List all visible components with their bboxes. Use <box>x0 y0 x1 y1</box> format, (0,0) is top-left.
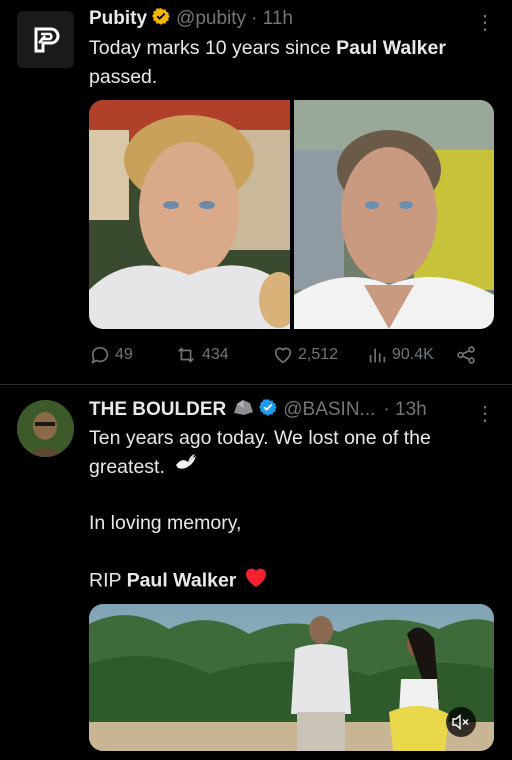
author-name[interactable]: Pubity <box>89 8 147 30</box>
share-icon <box>457 346 475 364</box>
tweet-time[interactable]: · 13h <box>383 399 426 421</box>
tweet-text-bold: Paul Walker <box>336 37 446 59</box>
tweet-actions: 49 434 2,512 90.4K <box>89 344 489 370</box>
repost-icon <box>178 347 194 363</box>
media-grid <box>89 100 494 329</box>
pubity-avatar[interactable] <box>17 11 74 68</box>
author-handle[interactable]: @BASIN... <box>283 399 375 421</box>
red-heart-icon <box>244 566 268 597</box>
like-button[interactable]: 2,512 <box>272 344 338 366</box>
heart-icon <box>274 347 292 364</box>
views-button[interactable]: 90.4K <box>366 344 434 366</box>
tweet-text: Today marks 10 years since Paul Walker p… <box>89 34 494 92</box>
dove-icon <box>174 453 198 482</box>
like-count: 2,512 <box>298 346 339 363</box>
reply-count: 49 <box>115 346 133 363</box>
tweet-time[interactable]: · 11h <box>251 8 293 30</box>
speaker-muted-icon <box>452 714 469 730</box>
tweet-text-line-2: In loving memory, <box>89 512 242 534</box>
tweet-text-part: Ten years ago today. We lost one of the … <box>89 427 431 478</box>
photo-2[interactable] <box>294 100 494 329</box>
reply-icon <box>91 346 109 364</box>
pubity-logo-icon <box>34 27 59 52</box>
author-handle[interactable]: @pubity <box>176 8 246 30</box>
reply-button[interactable]: 49 <box>89 344 133 366</box>
tweet-pubity[interactable]: Pubity @pubity · 11h ⋮ Today marks 10 ye… <box>0 0 512 384</box>
repost-button[interactable]: 434 <box>174 344 229 366</box>
views-icon <box>369 348 386 363</box>
the-boulder-avatar[interactable] <box>17 400 74 457</box>
repost-count: 434 <box>202 346 229 363</box>
tweet-text-part: Today marks 10 years since <box>89 37 337 59</box>
tweet-header: THE BOULDER @BASIN... · 13h <box>89 398 427 422</box>
video-player[interactable] <box>89 604 494 751</box>
tweet-text-line-1: Ten years ago today. We lost one of the … <box>89 424 494 482</box>
more-options-icon[interactable]: ⋮ <box>475 401 495 426</box>
rock-icon <box>232 398 254 422</box>
verified-gold-badge-icon <box>152 7 170 31</box>
mute-button[interactable] <box>446 707 476 737</box>
view-count: 90.4K <box>392 346 434 363</box>
author-name[interactable]: THE BOULDER <box>89 399 226 421</box>
share-button[interactable] <box>455 344 481 366</box>
tweet-the-boulder[interactable]: THE BOULDER @BASIN... · 13h ⋮ Ten years … <box>0 385 512 760</box>
more-options-icon[interactable]: ⋮ <box>475 10 495 35</box>
tweet-header: Pubity @pubity · 11h <box>89 7 293 31</box>
verified-blue-badge-icon <box>259 398 278 422</box>
tweet-text-part: passed. <box>89 66 158 88</box>
video-frame <box>89 604 494 751</box>
tweet-text-bold: Paul Walker <box>126 569 237 592</box>
tweet-text-line-3: RIP Paul Walker <box>89 566 494 597</box>
tweet-text-part: RIP <box>89 569 127 592</box>
photo-1[interactable] <box>89 100 290 329</box>
